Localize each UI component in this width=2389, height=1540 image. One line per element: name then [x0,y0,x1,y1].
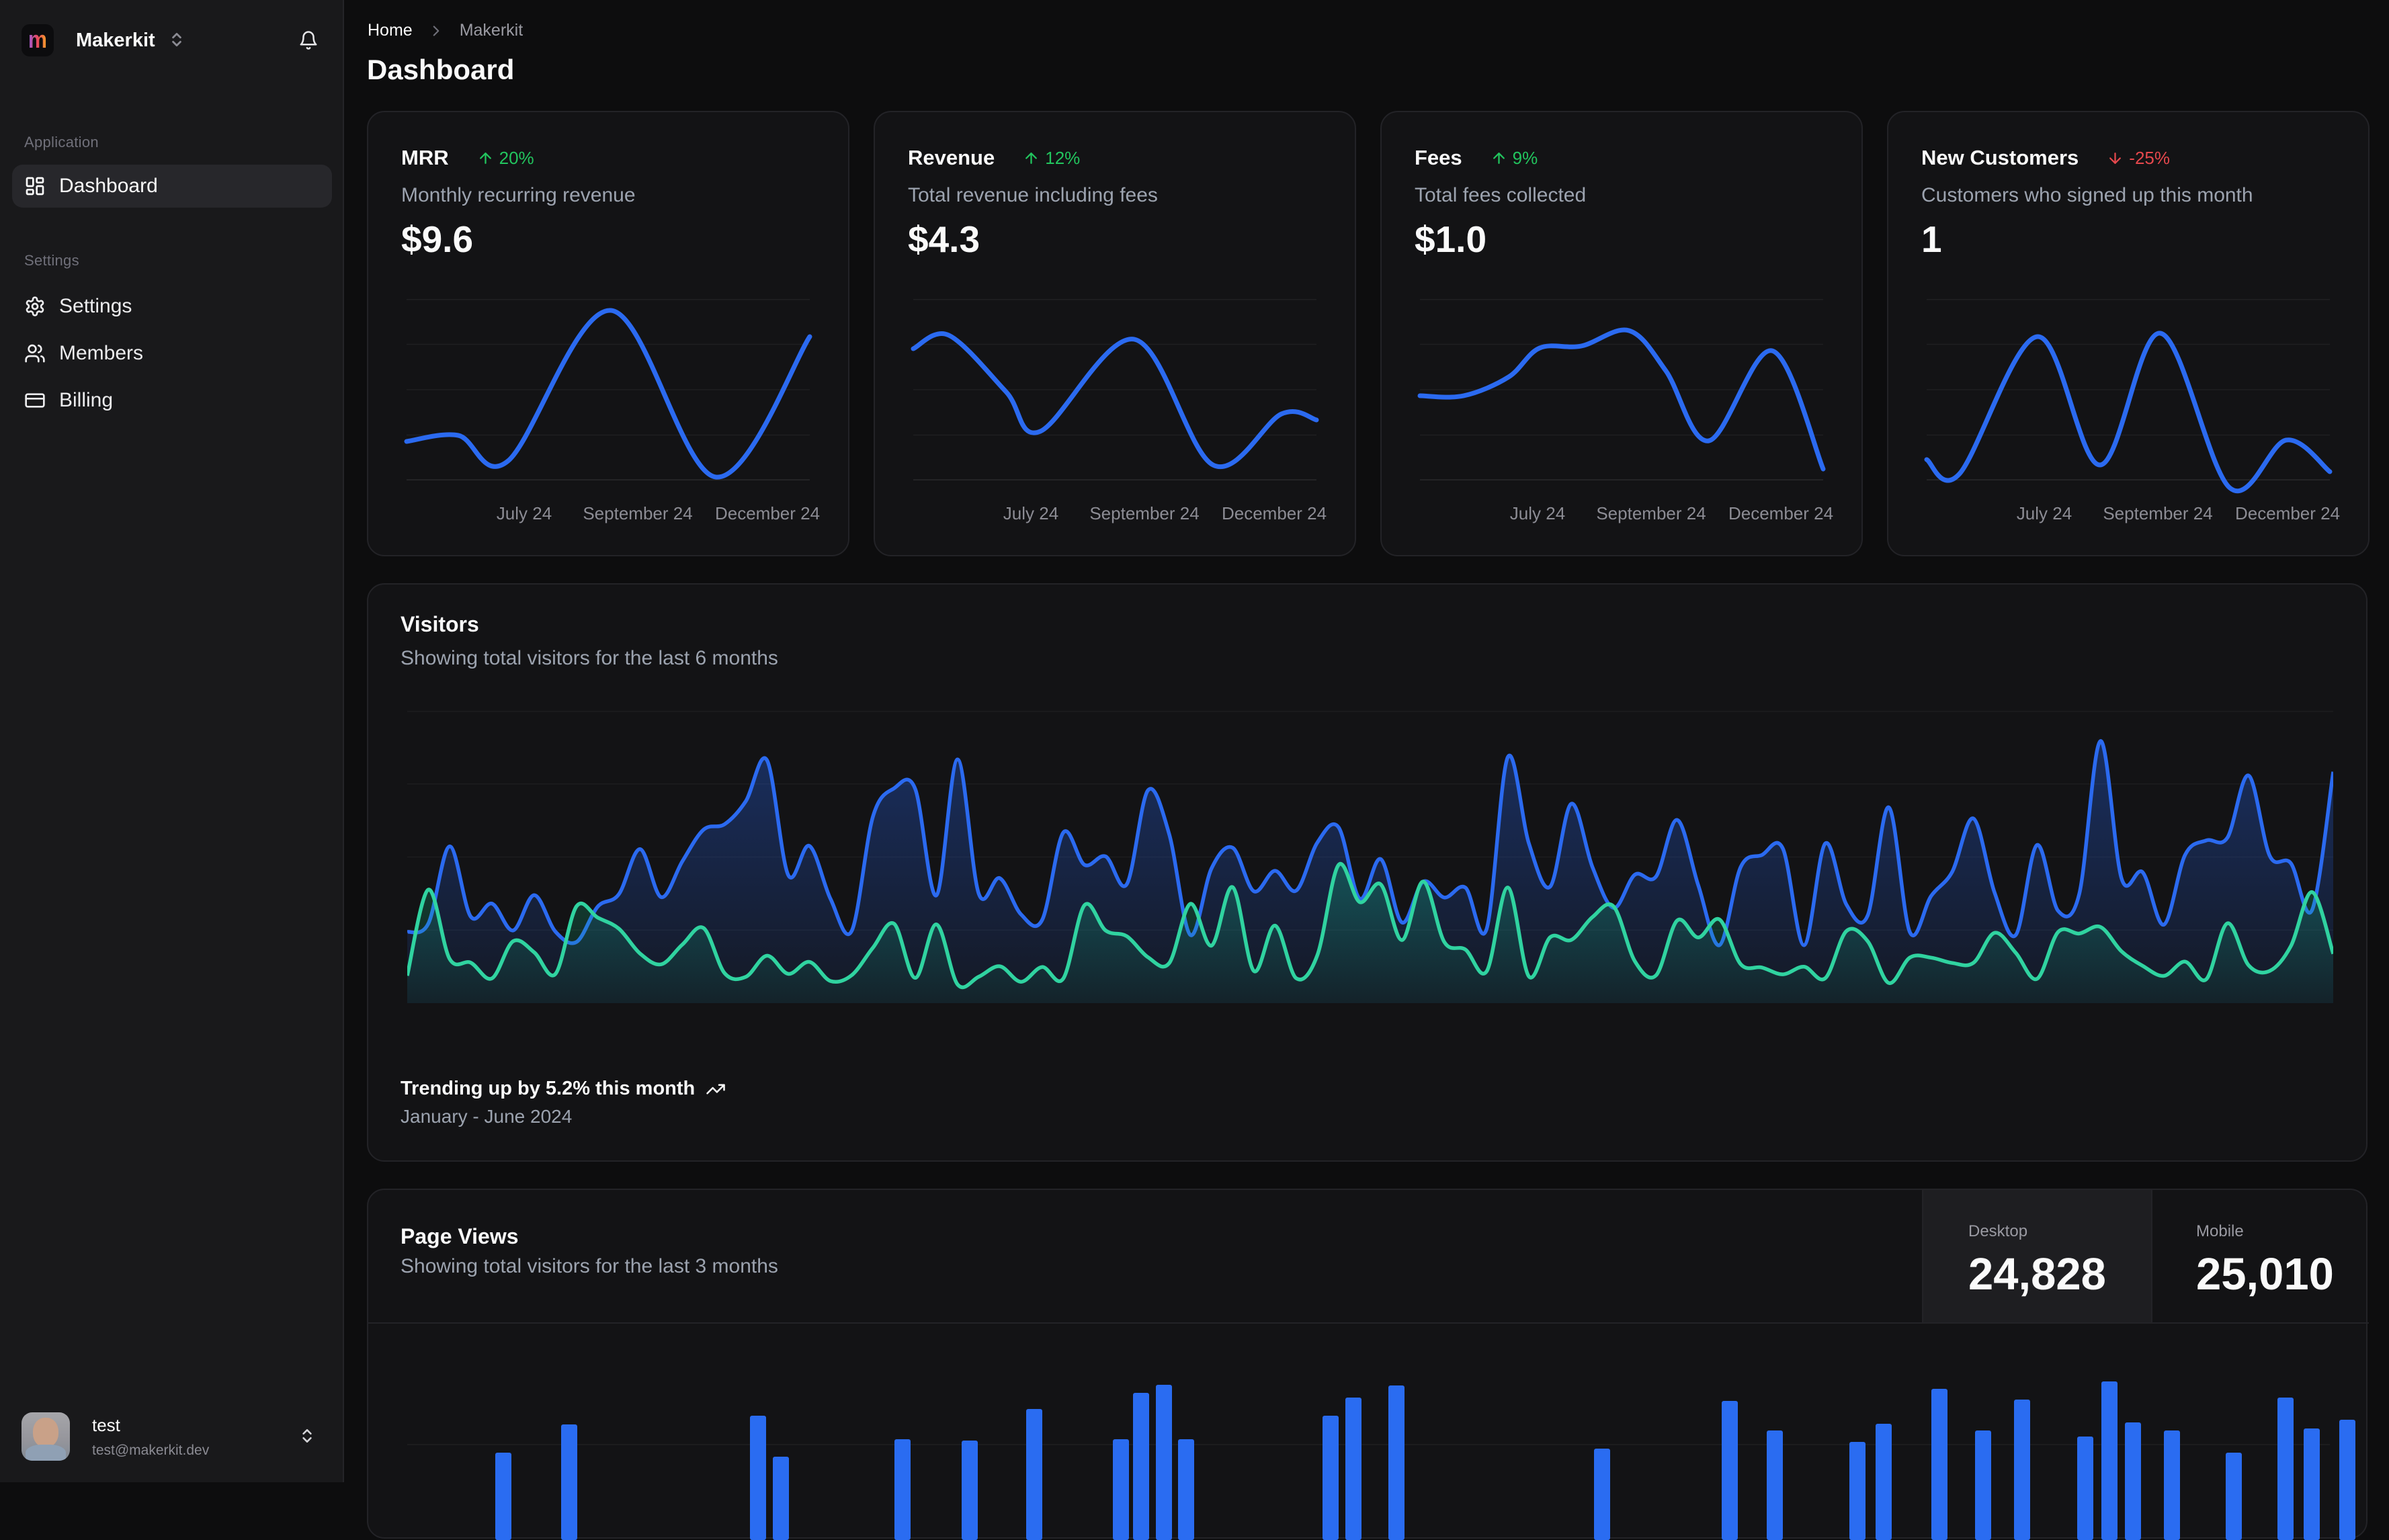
svg-text:m: m [28,26,47,53]
